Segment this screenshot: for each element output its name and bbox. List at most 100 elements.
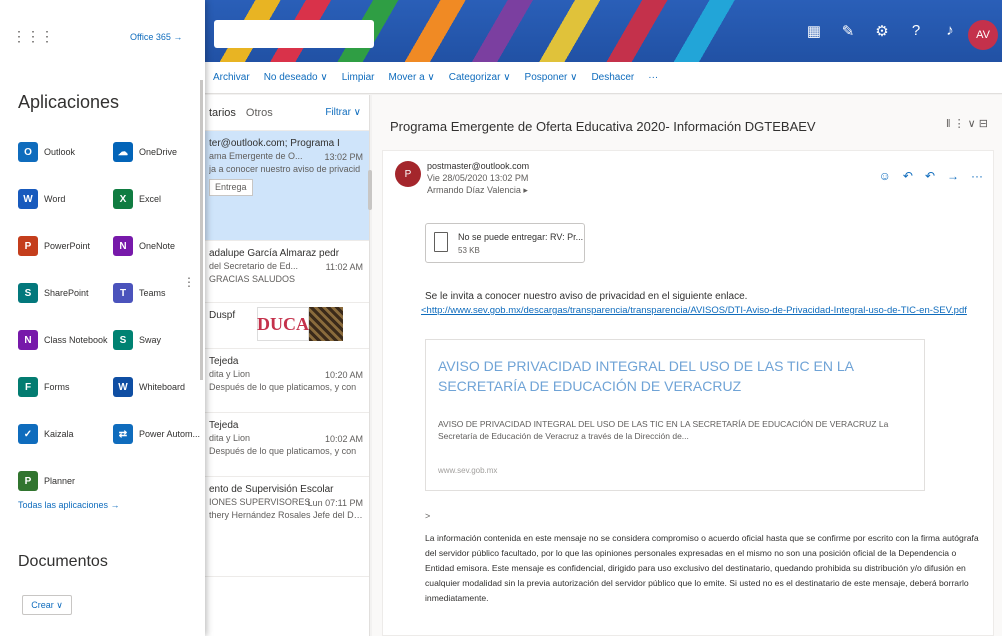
subject-actions[interactable]: ‖ ⋮ ∨ ⊟ [946, 117, 988, 130]
duca-logo-image [309, 307, 343, 341]
message-list: tarios Otros Filtrar ∨ ter@outlook.com; … [205, 95, 370, 636]
help-icon[interactable]: ? [908, 22, 924, 40]
app-kaizala[interactable]: ✓ Kaizala [18, 424, 74, 444]
tab-focused[interactable]: tarios [209, 107, 236, 119]
sweep-button[interactable]: Limpiar [342, 72, 375, 83]
sender-info: postmaster@outlook.com Vie 28/05/2020 13… [427, 160, 529, 196]
message-preview: GRACIAS SALUDOS [209, 274, 296, 284]
app-sway[interactable]: S Sway [113, 330, 161, 350]
app-launcher-icon[interactable]: ⋮⋮⋮ [12, 28, 54, 45]
undo-button[interactable]: Deshacer [591, 72, 634, 83]
message-item[interactable]: Tejeda dita y Lion 10:02 AM Después de lo q… [205, 413, 369, 477]
app-label: Teams [139, 288, 166, 298]
filter-button[interactable]: Filtrar ∨ [325, 107, 361, 118]
search-input[interactable] [214, 20, 374, 48]
message-items: ter@outlook.com; Programa Iama Emergente… [205, 131, 369, 577]
app-label: SharePoint [44, 288, 89, 298]
more-actions-button[interactable]: ··· [648, 72, 658, 83]
outlook-icon: O [18, 142, 38, 162]
app-whiteboard[interactable]: W Whiteboard [113, 377, 185, 397]
panel-scrollbar[interactable] [200, 80, 203, 380]
preview-title: AVISO DE PRIVACIDAD INTEGRAL DEL USO DE … [438, 358, 854, 394]
attachment-size: 53 KB [458, 246, 480, 255]
planner-icon: P [18, 471, 38, 491]
command-toolbar: Archivar No deseado ∨ Limpiar Mover a ∨ … [205, 62, 1002, 94]
snooze-button[interactable]: Posponer ∨ [525, 72, 578, 83]
app-word[interactable]: W Word [18, 189, 65, 209]
app-forms[interactable]: F Forms [18, 377, 70, 397]
archive-button[interactable]: Archivar [213, 72, 250, 83]
notes-icon[interactable]: ✎ [840, 22, 856, 40]
message-sender: Tejeda [209, 420, 239, 431]
sender-address[interactable]: postmaster@outlook.com [427, 160, 529, 172]
reply-all-icon[interactable]: ↶ [925, 169, 935, 183]
app-onenote[interactable]: N OneNote [113, 236, 175, 256]
class-notebook-icon: N [18, 330, 38, 350]
office365-link[interactable]: Office 365 → [130, 32, 182, 42]
reading-pane: Programa Emergente de Oferta Educativa 2… [372, 95, 1002, 636]
more-icon[interactable]: ··· [971, 169, 983, 183]
calendar-icon[interactable]: ▦ [806, 22, 822, 40]
app-more-options-icon[interactable]: ⋮ [183, 275, 195, 289]
message-time: Lun 07:11 PM [307, 498, 363, 508]
move-to-button[interactable]: Mover a ∨ [389, 72, 435, 83]
attachment-card[interactable]: No se puede entregar: RV: Pr... 53 KB [425, 223, 585, 263]
message-item[interactable]: Duspf DUCA [205, 303, 369, 349]
user-avatar[interactable]: AV [968, 20, 998, 50]
message-time: 10:02 AM [324, 434, 363, 444]
app-powerpoint[interactable]: P PowerPoint [18, 236, 90, 256]
recipient[interactable]: Armando Díaz Valencia ▸ [427, 184, 529, 196]
teams-icon: T [113, 283, 133, 303]
message-sender: adalupe García Almaraz pedr [209, 248, 340, 259]
sway-icon: S [113, 330, 133, 350]
app-label: OneNote [139, 241, 176, 251]
forward-icon[interactable]: → [947, 169, 959, 183]
onedrive-icon: ☁ [113, 142, 133, 162]
app-planner[interactable]: P Planner [18, 471, 75, 491]
reply-icon[interactable]: ↶ [903, 169, 913, 183]
settings-icon[interactable]: ⚙ [874, 22, 890, 40]
app-outlook[interactable]: O Outlook [18, 142, 75, 162]
app-label: Forms [44, 382, 70, 392]
preview-domain: www.sev.gob.mx [438, 466, 498, 475]
quote-marker: > [425, 511, 431, 521]
app-onedrive[interactable]: ☁ OneDrive [113, 142, 177, 162]
app-power-autom[interactable]: ⇄ Power Autom... [113, 424, 200, 444]
power-autom-icon: ⇄ [113, 424, 133, 444]
tab-other[interactable]: Otros [246, 107, 273, 119]
message-sender: ter@outlook.com; Programa I [209, 138, 340, 149]
categorize-button[interactable]: Categorizar ∨ [449, 72, 511, 83]
smiley-icon[interactable]: ☺ [879, 169, 891, 183]
preview-description: AVISO DE PRIVACIDAD INTEGRAL DEL USO DE … [438, 419, 889, 441]
email-subject: Programa Emergente de Oferta Educativa 2… [390, 119, 816, 134]
powerpoint-icon: P [18, 236, 38, 256]
message-attachment-chip: Entrega [209, 179, 253, 196]
all-apps-link[interactable]: Todas las aplicaciones → [18, 500, 120, 510]
email-intro-text: Se le invita a conocer nuestro aviso de … [425, 291, 748, 302]
privacy-link[interactable]: <http://www.sev.gob.mx/descargas/transpa… [421, 305, 981, 316]
word-icon: W [18, 189, 38, 209]
app-class-notebook[interactable]: N Class Notebook [18, 330, 108, 350]
message-item[interactable]: adalupe García Almaraz pedr del Secretari… [205, 241, 369, 303]
sender-avatar: P [395, 161, 421, 187]
message-item[interactable]: ento de Supervisión Escolar IONES SUPERVI… [205, 477, 369, 577]
app-label: PowerPoint [44, 241, 91, 251]
message-preview: thery Hernández Rosales Jefe del Depa [209, 510, 363, 520]
attachment-name: No se puede entregar: RV: Pr... [458, 232, 584, 242]
new-document-button[interactable]: Crear ∨ [22, 595, 72, 615]
top-bar-icons: ▦ ✎ ⚙ ? ♪ [806, 22, 958, 40]
app-teams[interactable]: T Teams [113, 283, 166, 303]
message-sender: Tejeda [209, 356, 239, 367]
app-label: Power Autom... [139, 429, 201, 439]
app-sharepoint[interactable]: S SharePoint [18, 283, 89, 303]
app-label: Word [44, 194, 66, 204]
message-item[interactable]: ter@outlook.com; Programa Iama Emergente… [205, 131, 369, 241]
duca-logo-text: DUCA [257, 307, 309, 341]
message-preview: Después de lo que platicamos, y con [209, 382, 357, 392]
link-preview-card[interactable]: AVISO DE PRIVACIDAD INTEGRAL DEL USO DE … [425, 339, 925, 491]
app-excel[interactable]: X Excel [113, 189, 161, 209]
message-item[interactable]: Tejeda dita y Lion 10:20 AM Después de lo q… [205, 349, 369, 413]
bell-icon[interactable]: ♪ [942, 22, 958, 40]
junk-button[interactable]: No deseado ∨ [264, 72, 328, 83]
duca-logo-thumbnail: DUCA [257, 307, 343, 341]
